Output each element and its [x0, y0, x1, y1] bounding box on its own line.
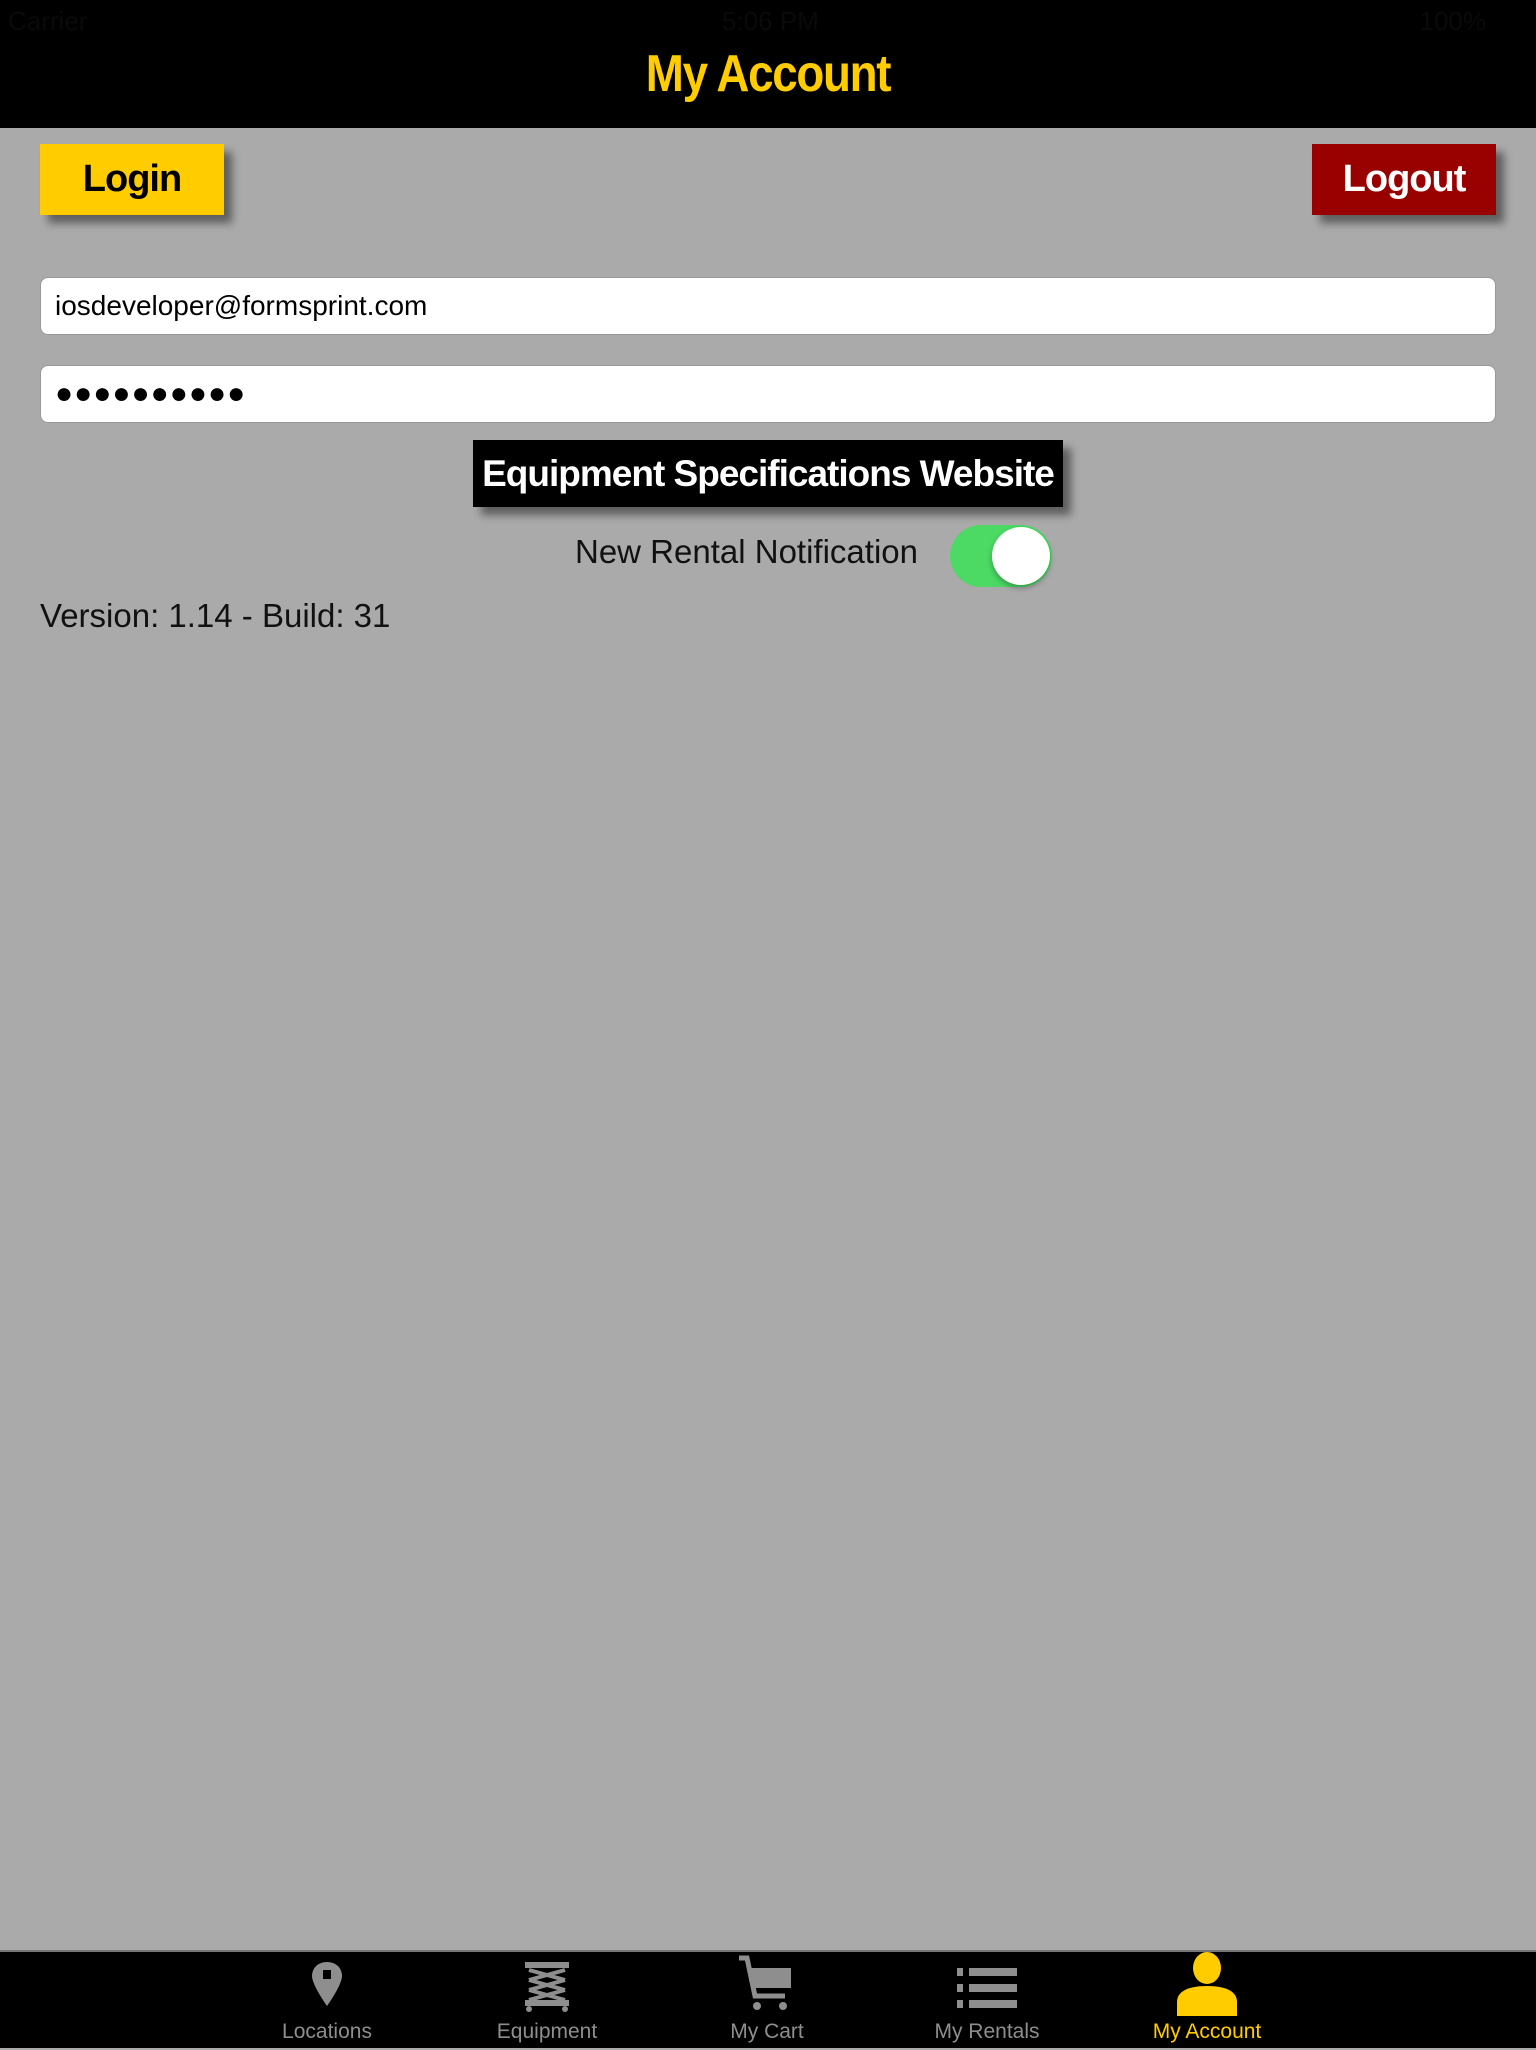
logout-button[interactable]: Logout: [1312, 144, 1496, 215]
tab-my-cart[interactable]: My Cart: [667, 1952, 867, 2050]
version-text: Version: 1.14 - Build: 31: [40, 597, 391, 634]
notification-toggle[interactable]: [950, 525, 1052, 587]
equipment-specs-button[interactable]: Equipment Specifications Website: [473, 440, 1063, 507]
tab-bar: Locations Equipment My Cart My Rentals M…: [0, 1950, 1536, 2048]
tab-label: Equipment: [496, 2020, 598, 2043]
email-field[interactable]: iosdeveloper@formsprint.com: [40, 277, 1496, 335]
nav-header: Carrier 5:06 PM 100% My Account: [0, 0, 1536, 128]
tab-my-rentals[interactable]: My Rentals: [887, 1952, 1087, 2050]
status-bar: Carrier 5:06 PM 100%: [0, 0, 1536, 40]
tab-label: My Rentals: [934, 2020, 1040, 2043]
map-pin-icon: [312, 1962, 342, 2006]
tab-label: My Account: [1152, 2020, 1262, 2043]
list-icon: [957, 1968, 1017, 2008]
password-field[interactable]: ●●●●●●●●●●: [40, 365, 1496, 423]
carrier: Carrier: [8, 6, 88, 36]
tab-equipment[interactable]: Equipment: [447, 1952, 647, 2050]
page-title: My Account: [645, 45, 892, 103]
cart-icon: [739, 1955, 791, 2010]
person-icon: [1177, 1952, 1237, 2016]
login-button[interactable]: Login: [40, 144, 224, 215]
notification-label: New Rental Notification: [575, 533, 918, 570]
clock: 5:06 PM: [722, 6, 819, 36]
tab-label: Locations: [282, 2020, 372, 2043]
scissor-lift-icon: [525, 1962, 569, 2012]
tab-locations[interactable]: Locations: [227, 1952, 427, 2050]
battery-level: 100%: [1419, 6, 1487, 36]
tab-label: My Cart: [730, 2020, 804, 2043]
toggle-knob: [992, 527, 1050, 585]
tab-my-account[interactable]: My Account: [1107, 1952, 1307, 2050]
